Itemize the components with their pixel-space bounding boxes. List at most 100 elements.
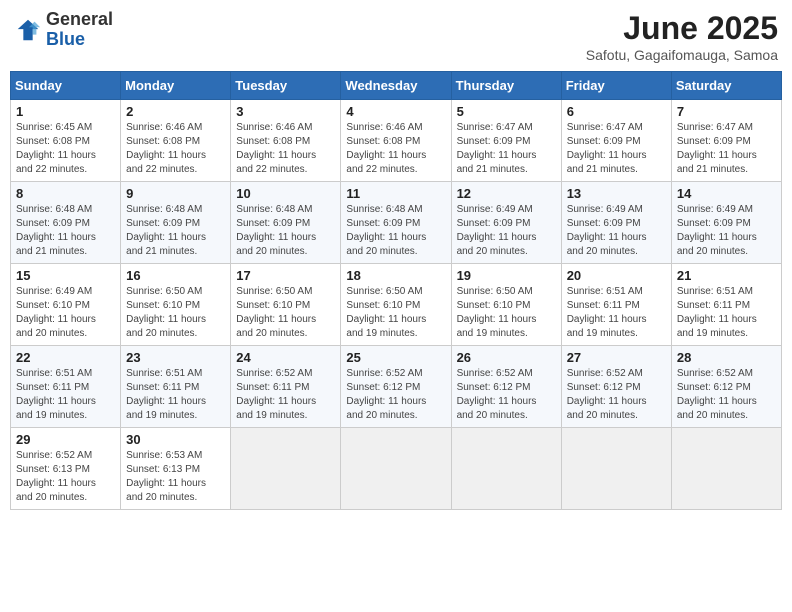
day-number: 30	[126, 432, 225, 447]
day-info: Sunrise: 6:52 AMSunset: 6:12 PMDaylight:…	[457, 367, 556, 423]
table-row: 25 Sunrise: 6:52 AMSunset: 6:12 PMDayligh…	[341, 346, 451, 428]
table-row: 11 Sunrise: 6:48 AMSunset: 6:09 PMDayligh…	[341, 182, 451, 264]
table-row: 24 Sunrise: 6:52 AMSunset: 6:11 PMDayligh…	[231, 346, 341, 428]
col-tuesday: Tuesday	[231, 72, 341, 100]
table-row: 18Sunrise: 6:50 AMSunset: 6:10 PMDayligh…	[341, 264, 451, 346]
col-sunday: Sunday	[11, 72, 121, 100]
day-number: 21	[677, 268, 776, 283]
table-row	[561, 428, 671, 510]
day-number: 18	[346, 268, 445, 283]
day-number: 6	[567, 104, 666, 119]
day-info: Sunrise: 6:48 AMSunset: 6:09 PMDaylight:…	[16, 203, 115, 259]
day-number: 2	[126, 104, 225, 119]
day-info: Sunrise: 6:52 AMSunset: 6:12 PMDaylight:…	[346, 367, 445, 423]
day-info: Sunrise: 6:48 AMSunset: 6:09 PMDaylight:…	[346, 203, 445, 259]
day-info: Sunrise: 6:52 AMSunset: 6:11 PMDaylight:…	[236, 367, 335, 423]
day-info: Sunrise: 6:51 AMSunset: 6:11 PMDaylight:…	[16, 367, 115, 423]
day-info: Sunrise: 6:48 AMSunset: 6:09 PMDaylight:…	[236, 203, 335, 259]
day-info: Sunrise: 6:47 AMSunset: 6:09 PMDaylight:…	[457, 121, 556, 177]
day-number: 24	[236, 350, 335, 365]
day-number: 11	[346, 186, 445, 201]
day-number: 4	[346, 104, 445, 119]
table-row	[451, 428, 561, 510]
col-saturday: Saturday	[671, 72, 781, 100]
day-info: Sunrise: 6:51 AMSunset: 6:11 PMDaylight:…	[677, 285, 776, 341]
table-row: 8 Sunrise: 6:48 AMSunset: 6:09 PMDaylight…	[11, 182, 121, 264]
logo-icon	[14, 16, 42, 44]
table-row: 16 Sunrise: 6:50 AMSunset: 6:10 PMDayligh…	[121, 264, 231, 346]
logo-blue-text: Blue	[46, 29, 85, 49]
table-row: 29Sunrise: 6:52 AMSunset: 6:13 PMDayligh…	[11, 428, 121, 510]
day-info: Sunrise: 6:46 AMSunset: 6:08 PMDaylight:…	[126, 121, 225, 177]
day-info: Sunrise: 6:46 AMSunset: 6:08 PMDaylight:…	[346, 121, 445, 177]
day-number: 13	[567, 186, 666, 201]
table-row: 14 Sunrise: 6:49 AMSunset: 6:09 PMDayligh…	[671, 182, 781, 264]
logo-general-text: General	[46, 9, 113, 29]
day-number: 14	[677, 186, 776, 201]
table-row: 10 Sunrise: 6:48 AMSunset: 6:09 PMDayligh…	[231, 182, 341, 264]
calendar-week-1: 1 Sunrise: 6:45 AMSunset: 6:08 PMDaylight…	[11, 100, 782, 182]
col-thursday: Thursday	[451, 72, 561, 100]
col-wednesday: Wednesday	[341, 72, 451, 100]
table-row: 13Sunrise: 6:49 AMSunset: 6:09 PMDayligh…	[561, 182, 671, 264]
day-number: 10	[236, 186, 335, 201]
table-row: 9Sunrise: 6:48 AMSunset: 6:09 PMDaylight…	[121, 182, 231, 264]
day-number: 8	[16, 186, 115, 201]
day-number: 23	[126, 350, 225, 365]
calendar-week-2: 8 Sunrise: 6:48 AMSunset: 6:09 PMDaylight…	[11, 182, 782, 264]
day-number: 25	[346, 350, 445, 365]
calendar-body: 1 Sunrise: 6:45 AMSunset: 6:08 PMDaylight…	[11, 100, 782, 510]
col-friday: Friday	[561, 72, 671, 100]
day-number: 20	[567, 268, 666, 283]
table-row: 1 Sunrise: 6:45 AMSunset: 6:08 PMDaylight…	[11, 100, 121, 182]
day-number: 12	[457, 186, 556, 201]
subtitle: Safotu, Gagaifomauga, Samoa	[586, 47, 778, 63]
day-number: 17	[236, 268, 335, 283]
day-number: 7	[677, 104, 776, 119]
table-row: 3 Sunrise: 6:46 AMSunset: 6:08 PMDaylight…	[231, 100, 341, 182]
table-row: 12Sunrise: 6:49 AMSunset: 6:09 PMDayligh…	[451, 182, 561, 264]
table-row: 27Sunrise: 6:52 AMSunset: 6:12 PMDayligh…	[561, 346, 671, 428]
day-number: 5	[457, 104, 556, 119]
day-number: 26	[457, 350, 556, 365]
table-row: 21 Sunrise: 6:51 AMSunset: 6:11 PMDayligh…	[671, 264, 781, 346]
table-row: 19 Sunrise: 6:50 AMSunset: 6:10 PMDayligh…	[451, 264, 561, 346]
table-row: 15 Sunrise: 6:49 AMSunset: 6:10 PMDayligh…	[11, 264, 121, 346]
table-row: 20 Sunrise: 6:51 AMSunset: 6:11 PMDayligh…	[561, 264, 671, 346]
day-number: 27	[567, 350, 666, 365]
main-title: June 2025	[586, 10, 778, 47]
table-row: 7 Sunrise: 6:47 AMSunset: 6:09 PMDaylight…	[671, 100, 781, 182]
day-info: Sunrise: 6:49 AMSunset: 6:10 PMDaylight:…	[16, 285, 115, 341]
page-header: General Blue June 2025 Safotu, Gagaifoma…	[10, 10, 782, 63]
day-number: 3	[236, 104, 335, 119]
day-info: Sunrise: 6:47 AMSunset: 6:09 PMDaylight:…	[677, 121, 776, 177]
day-info: Sunrise: 6:50 AMSunset: 6:10 PMDaylight:…	[126, 285, 225, 341]
day-info: Sunrise: 6:51 AMSunset: 6:11 PMDaylight:…	[567, 285, 666, 341]
calendar-table: Sunday Monday Tuesday Wednesday Thursday…	[10, 71, 782, 510]
title-area: June 2025 Safotu, Gagaifomauga, Samoa	[586, 10, 778, 63]
day-info: Sunrise: 6:53 AMSunset: 6:13 PMDaylight:…	[126, 449, 225, 505]
day-info: Sunrise: 6:46 AMSunset: 6:08 PMDaylight:…	[236, 121, 335, 177]
day-info: Sunrise: 6:50 AMSunset: 6:10 PMDaylight:…	[457, 285, 556, 341]
day-number: 28	[677, 350, 776, 365]
table-row	[231, 428, 341, 510]
table-row	[341, 428, 451, 510]
table-row: 4 Sunrise: 6:46 AMSunset: 6:08 PMDaylight…	[341, 100, 451, 182]
day-number: 15	[16, 268, 115, 283]
day-info: Sunrise: 6:50 AMSunset: 6:10 PMDaylight:…	[236, 285, 335, 341]
day-info: Sunrise: 6:52 AMSunset: 6:13 PMDaylight:…	[16, 449, 115, 505]
col-monday: Monday	[121, 72, 231, 100]
logo: General Blue	[14, 10, 113, 50]
table-row: 6 Sunrise: 6:47 AMSunset: 6:09 PMDaylight…	[561, 100, 671, 182]
day-info: Sunrise: 6:47 AMSunset: 6:09 PMDaylight:…	[567, 121, 666, 177]
day-info: Sunrise: 6:52 AMSunset: 6:12 PMDaylight:…	[677, 367, 776, 423]
day-number: 9	[126, 186, 225, 201]
table-row: 2 Sunrise: 6:46 AMSunset: 6:08 PMDaylight…	[121, 100, 231, 182]
day-number: 1	[16, 104, 115, 119]
calendar-week-3: 15 Sunrise: 6:49 AMSunset: 6:10 PMDayligh…	[11, 264, 782, 346]
day-number: 16	[126, 268, 225, 283]
day-info: Sunrise: 6:45 AMSunset: 6:08 PMDaylight:…	[16, 121, 115, 177]
day-number: 19	[457, 268, 556, 283]
table-row: 17 Sunrise: 6:50 AMSunset: 6:10 PMDayligh…	[231, 264, 341, 346]
day-info: Sunrise: 6:49 AMSunset: 6:09 PMDaylight:…	[677, 203, 776, 259]
